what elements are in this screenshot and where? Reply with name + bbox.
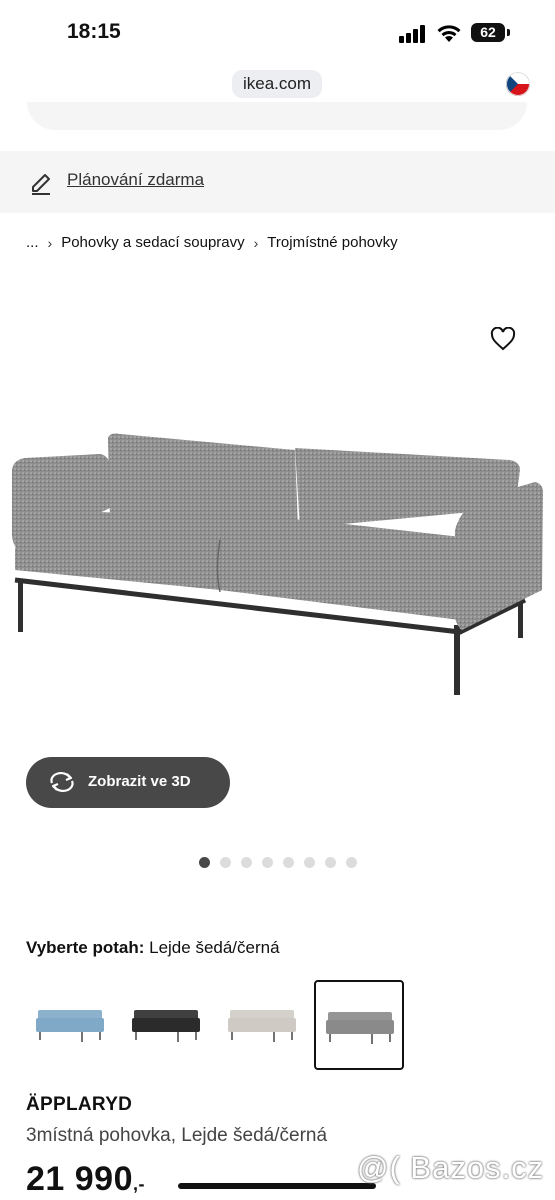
product-description: 3místná pohovka, Lejde šedá/černá [26,1125,328,1146]
image-carousel-dots[interactable] [199,857,357,868]
search-field-remnant[interactable] [27,102,527,130]
browser-url-bar[interactable]: ikea.com [0,68,555,102]
sofa-thumbnail-icon [132,1010,200,1042]
clock: 18:15 [67,20,121,43]
carousel-dot[interactable] [220,857,231,868]
sofa-thumbnail-icon [228,1010,296,1042]
carousel-dot[interactable] [283,857,294,868]
planning-banner[interactable]: Plánování zdarma [0,151,555,213]
cover-swatch[interactable] [218,980,306,1068]
cover-swatch[interactable] [314,980,404,1070]
price-suffix: ,- [133,1174,145,1194]
czech-flag-icon[interactable] [506,72,530,96]
product-image[interactable] [10,420,550,705]
watermark: @( Bazos.cz [357,1150,545,1185]
price-value: 21 990 [26,1160,133,1198]
breadcrumb-item-sofas[interactable]: Pohovky a sedací soupravy [61,234,244,251]
heart-icon[interactable] [490,327,516,351]
view-3d-label: Zobrazit ve 3D [88,773,191,790]
cover-swatch[interactable] [26,980,114,1068]
carousel-dot[interactable] [241,857,252,868]
home-indicator[interactable] [178,1183,376,1189]
battery-icon: 62 [471,23,510,42]
carousel-dot[interactable] [325,857,336,868]
breadcrumb: ... › Pohovky a sedací soupravy › Trojmí… [26,234,398,251]
cover-swatch[interactable] [122,980,210,1068]
breadcrumb-ellipsis[interactable]: ... [26,234,39,251]
status-bar: 18:15 62 [0,0,555,64]
chevron-right-icon: › [47,234,53,251]
url-text[interactable]: ikea.com [232,70,322,98]
product-price: 21 990,- [26,1160,145,1199]
chevron-right-icon: › [253,234,259,251]
pencil-icon [32,174,50,195]
carousel-dot[interactable] [346,857,357,868]
cover-swatches [26,980,406,1070]
planning-link[interactable]: Plánování zdarma [67,170,204,190]
product-name: ÄPPLARYD [26,1094,133,1115]
sofa-thumbnail-icon [326,1012,394,1044]
sofa-thumbnail-icon [36,1010,104,1042]
wifi-icon [437,25,461,42]
cellular-signal-icon [399,25,429,43]
carousel-dot[interactable] [262,857,273,868]
cover-value: Lejde šedá/černá [149,938,280,957]
cover-selection: Vyberte potah: Lejde šedá/černá [26,938,280,958]
carousel-dot[interactable] [304,857,315,868]
rotate-3d-icon [50,771,74,793]
cover-label: Vyberte potah: [26,938,145,957]
carousel-dot[interactable] [199,857,210,868]
view-3d-button[interactable]: Zobrazit ve 3D [26,757,230,808]
breadcrumb-item-three-seat[interactable]: Trojmístné pohovky [267,234,397,251]
